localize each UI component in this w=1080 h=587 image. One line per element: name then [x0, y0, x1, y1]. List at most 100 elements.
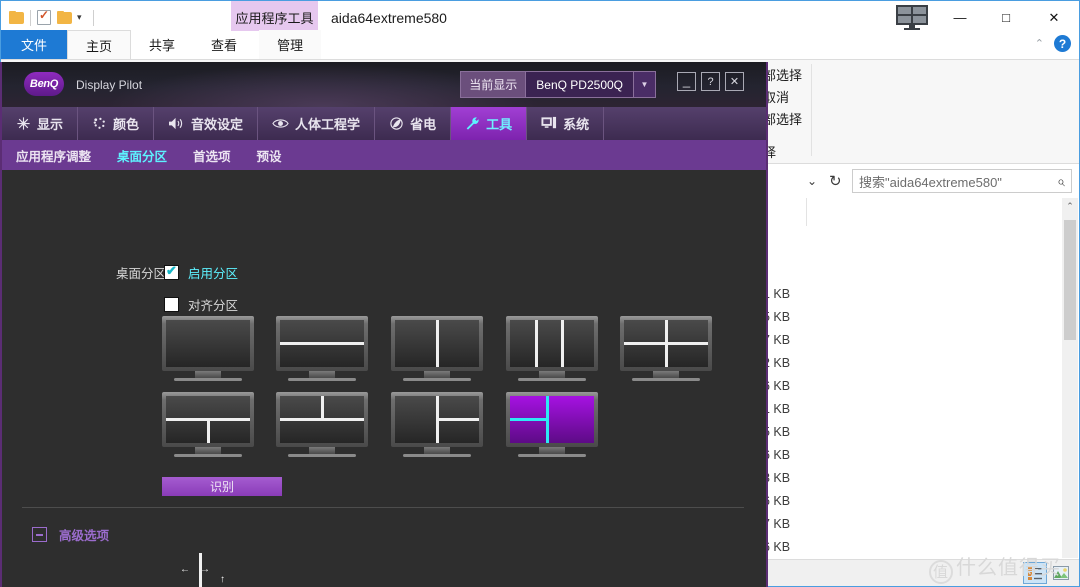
qat-divider-1 [30, 9, 31, 26]
collapse-ribbon-icon[interactable]: ⌃ [1035, 37, 1044, 50]
identify-button[interactable]: 识别 [162, 477, 282, 496]
benq-display-pilot-window: BenQ Display Pilot 当前显示 BenQ PD2500Q ▼ _… [0, 62, 768, 587]
speaker-icon [169, 117, 183, 130]
nav-label: 人体工程学 [295, 117, 361, 132]
close-button[interactable]: ✕ [1029, 1, 1079, 34]
ribbon-group-divider [811, 64, 812, 156]
nav-label: 省电 [410, 117, 437, 132]
maximize-button[interactable]: □ [983, 1, 1029, 34]
benq-window-controls[interactable]: _ ? ✕ [677, 72, 744, 91]
minimize-button[interactable]: — [937, 1, 983, 34]
tab-share[interactable]: 共享 [131, 30, 193, 59]
new-folder-icon[interactable] [57, 11, 72, 24]
layout-option-two-horizontal[interactable] [276, 316, 368, 382]
collapse-minus-icon[interactable] [32, 527, 47, 542]
watermark-text: 什么值得买 [956, 555, 1061, 579]
current-display-selector[interactable]: 当前显示 BenQ PD2500Q ▼ [460, 71, 656, 98]
search-placeholder: 搜索"aida64extreme580" [859, 174, 1002, 190]
explorer-window-title: aida64extreme580 [331, 1, 447, 34]
nav-item-eco[interactable]: 省电 [375, 107, 452, 140]
tab-file[interactable]: 文件 [1, 30, 68, 59]
subnav-item-app-adjust[interactable]: 应用程序调整 [16, 146, 91, 165]
nav-item-system[interactable]: 系统 [527, 107, 605, 140]
arrow-left-icon[interactable]: ← [180, 565, 190, 575]
refresh-icon[interactable]: ↻ [829, 172, 842, 190]
advanced-options-toggle[interactable]: 高级选项 [32, 525, 109, 544]
checkbox-box[interactable] [164, 297, 179, 312]
subnav-item-presets[interactable]: 预设 [257, 146, 282, 165]
ribbon-right-controls: ⌃ ? [1035, 35, 1071, 52]
arrow-right-icon[interactable]: → [200, 565, 210, 575]
nav-item-display[interactable]: 显示 [2, 107, 79, 140]
layout-option-quad[interactable] [620, 316, 712, 382]
checkbox-enable-partition[interactable]: 启用分区 [164, 263, 238, 282]
folder-icon[interactable] [9, 11, 24, 24]
benq-help-button[interactable]: ? [701, 72, 720, 91]
display-switch-icon[interactable] [895, 4, 929, 30]
checkbox-box[interactable] [164, 263, 179, 280]
chevron-down-icon[interactable]: ▾ [72, 13, 87, 22]
search-input[interactable]: 搜索"aida64extreme580" ⌕ [852, 169, 1072, 193]
section-divider [22, 507, 744, 508]
properties-icon[interactable] [37, 8, 51, 25]
nav-item-color[interactable]: 颜色 [78, 107, 155, 140]
ribbon-invert-label[interactable]: 部选择 [763, 109, 802, 128]
nav-label: 工具 [486, 117, 513, 132]
explorer-ribbon-tabs: 文件 主页 共享 查看 管理 [1, 30, 1079, 60]
ribbon-select-all-label[interactable]: 部选择 [763, 65, 802, 84]
subnav-item-desktop-partition[interactable]: 桌面分区 [117, 146, 167, 165]
nav-label: 系统 [563, 117, 590, 132]
contextual-tab-group-label: 应用程序工具 [235, 11, 314, 26]
checkbox-label: 启用分区 [188, 267, 239, 281]
custom-layout-preview[interactable]: ← → ↑ ↓ [162, 553, 254, 587]
layout-option-two-vertical[interactable] [391, 316, 483, 382]
quick-access-toolbar[interactable]: ▾ [1, 8, 100, 26]
help-icon[interactable]: ? [1054, 35, 1071, 52]
layout-option-left-split-selected[interactable] [506, 392, 598, 458]
column-divider [806, 198, 807, 226]
current-display-label: 当前显示 [461, 72, 526, 97]
eye-icon [272, 119, 289, 128]
layout-option-left-full-right-split[interactable] [391, 392, 483, 458]
explorer-window-controls[interactable]: — □ ✕ [937, 1, 1079, 34]
scrollbar-thumb[interactable] [1064, 220, 1076, 340]
wrench-icon [466, 117, 479, 130]
benq-close-button[interactable]: ✕ [725, 72, 744, 91]
benq-main-nav: 显示 颜色 音效设定 人体工程学 省电 工具 系统 [2, 107, 766, 140]
display-system-icon [541, 116, 557, 129]
tab-view[interactable]: 查看 [193, 30, 255, 59]
search-icon[interactable]: ⌕ [1057, 173, 1065, 190]
nav-item-audio[interactable]: 音效设定 [154, 107, 259, 140]
watermark: 值什么值得买 [929, 551, 1061, 584]
layout-option-three-vertical[interactable] [506, 316, 598, 382]
explorer-title-text: aida64extreme580 [331, 9, 447, 26]
nav-item-tools[interactable]: 工具 [451, 107, 528, 140]
scroll-up-icon[interactable]: ⌃ [1062, 198, 1078, 215]
vertical-scrollbar[interactable]: ⌃ [1062, 198, 1078, 558]
brightness-icon [17, 117, 30, 130]
benq-sub-nav: 应用程序调整 桌面分区 首选项 预设 [2, 140, 766, 170]
qat-divider-2 [92, 9, 94, 26]
chevron-down-icon[interactable]: ▼ [633, 72, 655, 97]
watermark-mark: 值 [929, 560, 953, 584]
nav-item-ergonomics[interactable]: 人体工程学 [258, 107, 376, 140]
benq-app-name: Display Pilot [76, 78, 143, 92]
nav-label: 音效设定 [191, 117, 244, 132]
arrow-up-icon[interactable]: ↑ [220, 575, 225, 585]
layout-option-top-wide-two-bottom[interactable] [162, 392, 254, 458]
layout-option-single[interactable] [162, 316, 254, 382]
benq-title-bar: BenQ Display Pilot 当前显示 BenQ PD2500Q ▼ _… [2, 62, 766, 107]
current-display-value[interactable]: BenQ PD2500Q [525, 72, 633, 97]
leaf-icon [390, 117, 403, 130]
subnav-item-preferences[interactable]: 首选项 [193, 146, 231, 165]
address-history-icon[interactable]: ⌄ [807, 174, 817, 188]
checkbox-align-partition[interactable]: 对齐分区 [164, 295, 238, 314]
benq-minimize-button[interactable]: _ [677, 72, 696, 91]
tab-manage[interactable]: 管理 [259, 30, 322, 59]
benq-logo: BenQ [24, 72, 64, 96]
layout-option-two-top-one-bottom[interactable] [276, 392, 368, 458]
tab-home[interactable]: 主页 [67, 30, 132, 59]
screen-root: ▾ 应用程序工具 aida64extreme580 — □ ✕ 文件 主页 [0, 0, 1080, 587]
nav-label: 颜色 [113, 117, 140, 132]
section-label: 桌面分区: [116, 267, 170, 281]
